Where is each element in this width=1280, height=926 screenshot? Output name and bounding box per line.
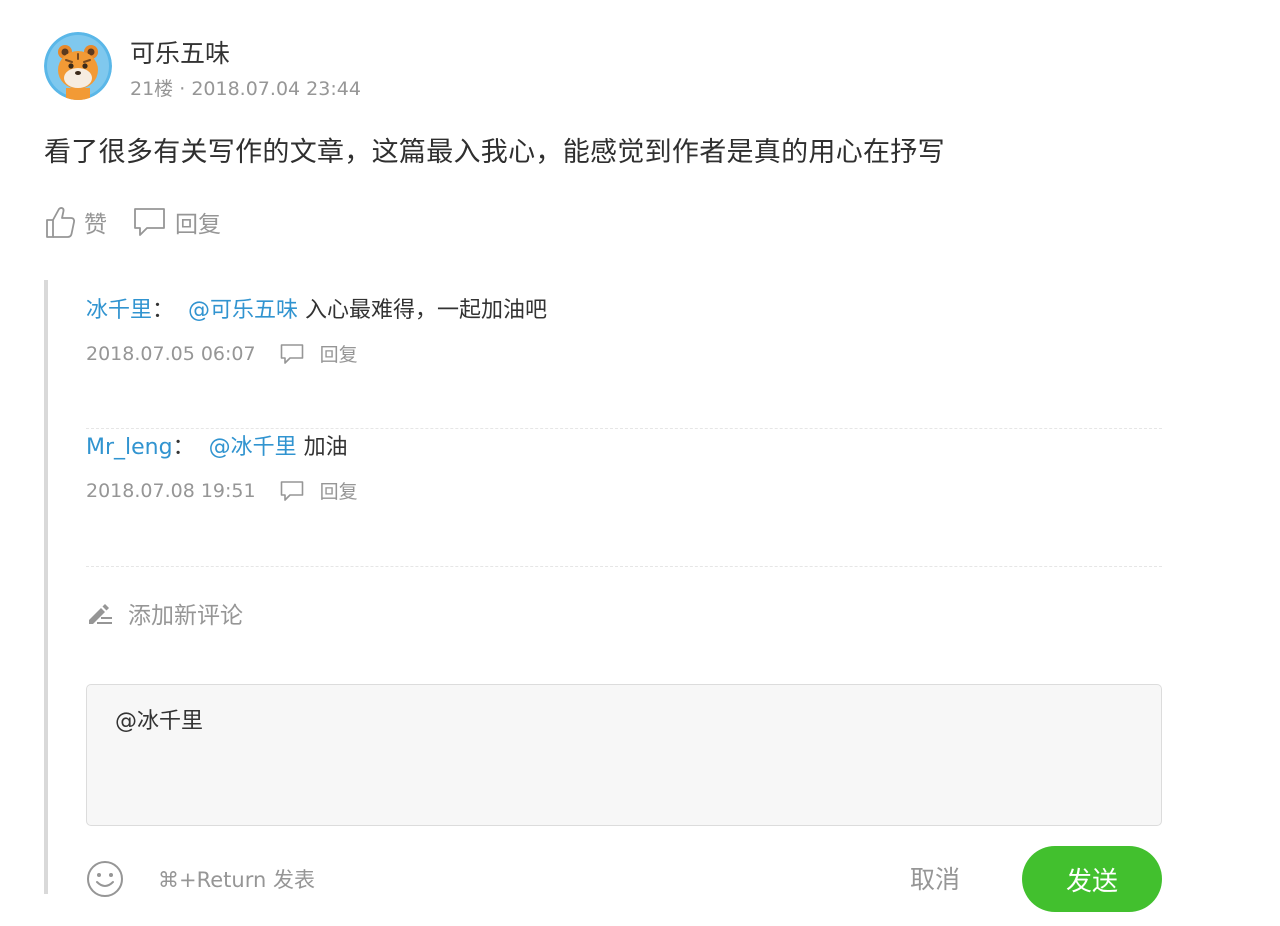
comment-text: 看了很多有关写作的文章，这篇最入我心，能感觉到作者是真的用心在抒写: [44, 137, 945, 168]
comment-time: 2018.07.04 23:44: [191, 78, 361, 100]
comment-icon: [134, 208, 165, 236]
emoji-icon[interactable]: [86, 860, 124, 898]
submit-hint: ⌘+Return 发表: [158, 868, 315, 892]
mention-link[interactable]: @可乐五味: [188, 298, 298, 323]
editor-toolbar: ⌘+Return 发表 取消 发送: [86, 846, 1162, 912]
send-button[interactable]: 发送: [1022, 846, 1162, 912]
subcomment-item: Mr_leng： @冰千里 加油 2018.07.08 19:51 回复: [86, 429, 1162, 504]
like-button[interactable]: 赞: [44, 205, 107, 239]
subcomment-reply-button[interactable]: 回复: [280, 477, 358, 504]
subcomment-item: 冰千里： @可乐五味 入心最难得，一起加油吧 2018.07.05 06:07 回…: [86, 292, 1162, 367]
comment-input[interactable]: @冰千里: [86, 684, 1162, 826]
meta-separator: ·: [179, 78, 186, 100]
comment-actions: 赞 回复: [44, 202, 247, 242]
cancel-button[interactable]: 取消: [910, 860, 960, 896]
subcomment-text: 加油: [303, 435, 348, 460]
subcomment-text: 入心最难得，一起加油吧: [305, 298, 548, 323]
subcomment-colon: ：: [152, 298, 175, 323]
divider: [86, 566, 1162, 567]
subcomment-colon: ：: [172, 435, 195, 460]
subcomment-reply-label: 回复: [319, 344, 358, 366]
avatar[interactable]: [44, 32, 112, 100]
mention-link[interactable]: @冰千里: [209, 435, 297, 460]
thumbs-up-icon: [46, 207, 76, 238]
subcomment-line: 冰千里： @可乐五味 入心最难得，一起加油吧: [86, 292, 1162, 324]
reply-button[interactable]: 回复: [133, 205, 221, 239]
subcomment-line: Mr_leng： @冰千里 加油: [86, 429, 1162, 461]
subcomment-meta: 2018.07.08 19:51 回复: [86, 477, 1162, 504]
subcomment-time: 2018.07.05 06:07: [86, 342, 256, 365]
pencil-icon: [89, 604, 112, 624]
floor-number: 21楼: [130, 78, 174, 100]
add-new-comment-label: 添加新评论: [128, 603, 243, 629]
subcomment-author[interactable]: 冰千里: [86, 298, 152, 323]
subcomment-reply-button[interactable]: 回复: [280, 340, 358, 367]
subcomment-reply-label: 回复: [319, 481, 358, 503]
subcomment-time: 2018.07.08 19:51: [86, 479, 256, 502]
like-label: 赞: [84, 212, 107, 238]
comment-icon: [280, 480, 303, 501]
comment-icon: [280, 343, 303, 364]
subcomment-thread: 冰千里： @可乐五味 入心最难得，一起加油吧 2018.07.05 06:07 回…: [44, 280, 1162, 912]
subcomment-author[interactable]: Mr_leng: [86, 435, 173, 460]
comment-meta: 21楼 · 2018.07.04 23:44: [130, 74, 361, 101]
subcomment-meta: 2018.07.05 06:07 回复: [86, 340, 1162, 367]
reply-label: 回复: [175, 212, 221, 238]
add-new-comment-button[interactable]: 添加新评论: [86, 596, 243, 630]
comment-author[interactable]: 可乐五味: [130, 34, 230, 70]
